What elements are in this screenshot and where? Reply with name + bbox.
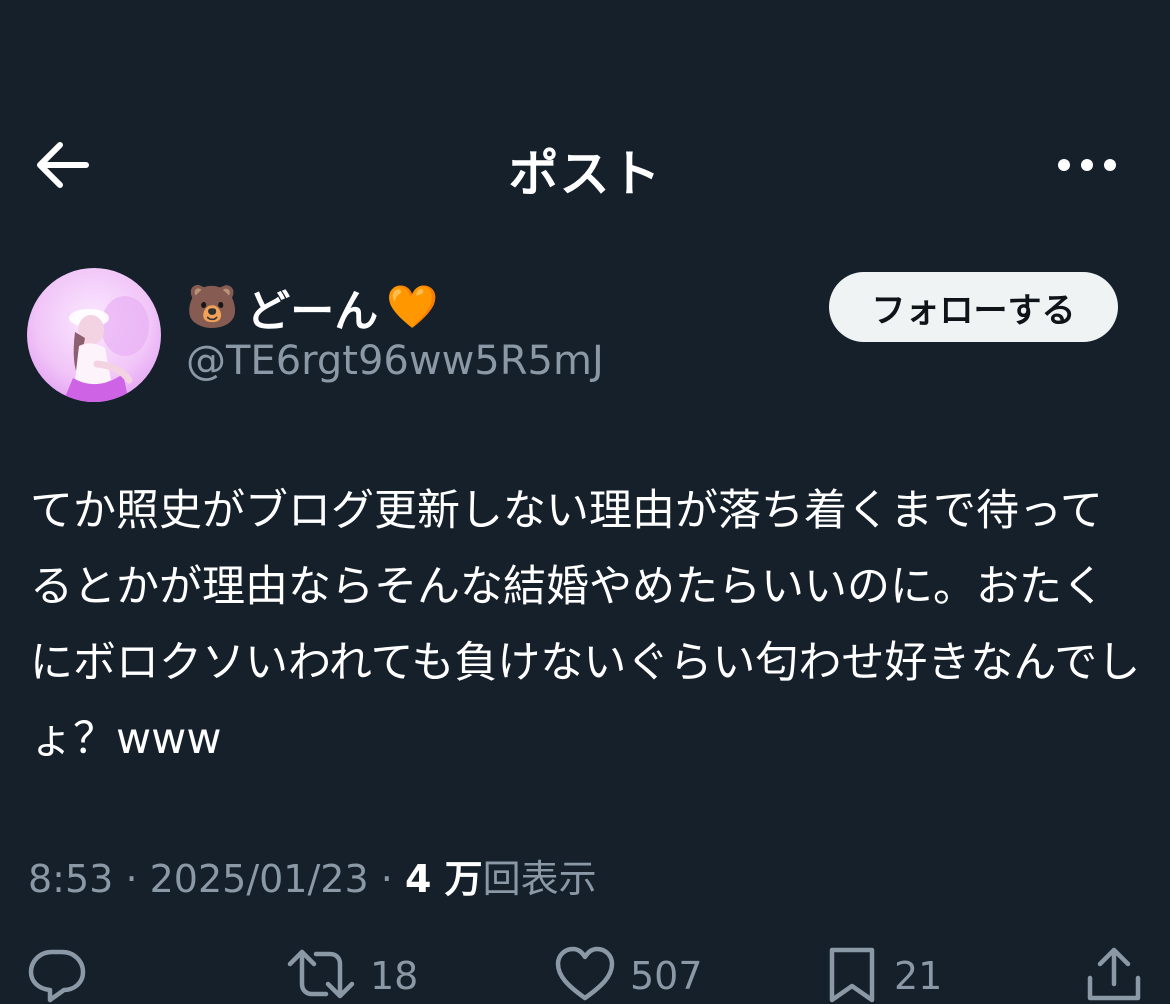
reply-button[interactable] (26, 944, 88, 1004)
views-label[interactable]: 回表示 (483, 857, 597, 901)
action-bar: 18 507 21 (0, 944, 1170, 1004)
user-handle[interactable]: @TE6rgt96ww5R5mJ (186, 338, 604, 384)
bookmark-count: 21 (894, 954, 943, 998)
repost-count: 18 (370, 954, 419, 998)
repost-icon (287, 949, 355, 999)
heart-icon (555, 946, 615, 1001)
like-button[interactable]: 507 (554, 944, 703, 1004)
meta-separator: · (380, 857, 393, 901)
like-count: 507 (630, 954, 703, 998)
display-name[interactable]: 🐻 どーん 🧡 (186, 278, 439, 338)
reply-icon (28, 949, 86, 1003)
orange-heart-emoji: 🧡 (386, 282, 439, 331)
post-time: 8:53 (28, 857, 114, 901)
share-button[interactable] (1084, 944, 1144, 1004)
avatar[interactable] (27, 268, 161, 402)
bookmark-button[interactable]: 21 (824, 944, 942, 1004)
top-bar: ポスト (0, 110, 1170, 220)
follow-button[interactable]: フォローする (829, 272, 1118, 342)
post-date: 2025/01/23 (149, 857, 369, 901)
repost-button[interactable]: 18 (286, 944, 418, 1004)
post-meta: 8:53 · 2025/01/23 · 4 万回表示 (28, 848, 597, 903)
avatar-image (63, 296, 149, 402)
views-count[interactable]: 4 万 (405, 857, 483, 901)
page-title: ポスト (508, 145, 662, 203)
bookmark-icon (829, 947, 875, 1003)
more-horizontal-icon (1058, 159, 1116, 171)
bear-emoji: 🐻 (186, 282, 239, 331)
post-text: てか照史がブログ更新しない理由が落ち着くまで待ってるとかが理由ならそんな結婚やめ… (30, 486, 1141, 764)
meta-separator: · (125, 857, 138, 901)
more-options-button[interactable] (1052, 150, 1122, 180)
display-name-text: どーん (246, 286, 379, 337)
share-icon (1087, 947, 1141, 1001)
